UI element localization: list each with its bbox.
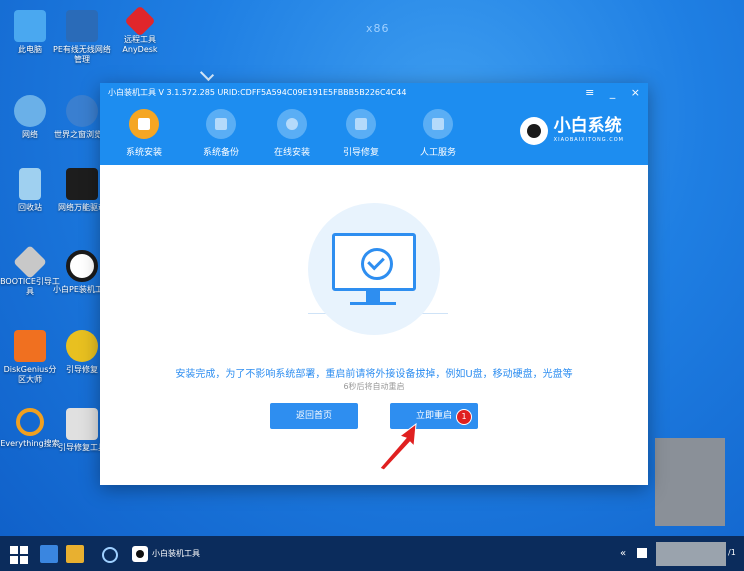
tab-online-install[interactable]: 在线安装	[262, 109, 322, 158]
tab-boot-repair[interactable]: 引导修复	[331, 109, 391, 158]
window-title: 小白装机工具 V 3.1.572.285 URID:CDFF5A594C09E1…	[108, 88, 407, 97]
browser-icon	[66, 95, 98, 127]
desktop-icon-recycle-bin[interactable]: 回收站	[0, 168, 60, 213]
online-install-icon	[277, 109, 307, 139]
bootice-icon	[13, 245, 47, 279]
clock-tail: /1	[728, 548, 736, 557]
menu-icon[interactable]: ≡	[585, 86, 594, 99]
network-manager-icon	[66, 10, 98, 42]
desktop-icon-anydesk[interactable]: 远程工具AnyDesk	[110, 5, 170, 55]
desktop-icon-network[interactable]: 网络	[0, 95, 60, 140]
system-install-icon	[129, 109, 159, 139]
desktop-arch-label: x86	[366, 22, 390, 35]
desktop-icon-pe-network[interactable]: PE有线无线网络管理	[52, 10, 112, 65]
tray-expand-icon[interactable]: «	[620, 548, 626, 559]
desktop-icon-computer[interactable]: 此电脑	[0, 10, 60, 55]
installer-window: 小白装机工具 V 3.1.572.285 URID:CDFF5A594C09E1…	[100, 83, 648, 485]
chevron-down-icon[interactable]	[199, 66, 215, 82]
tab-support[interactable]: 人工服务	[408, 109, 468, 158]
install-complete-illustration	[308, 203, 440, 335]
check-icon	[361, 248, 393, 280]
desktop-icon-everything[interactable]: Everything搜索	[0, 408, 60, 449]
window-titlebar[interactable]: 小白装机工具 V 3.1.572.285 URID:CDFF5A594C09E1…	[100, 83, 648, 103]
xiaobai-logo-icon	[519, 117, 548, 145]
support-chat-icon	[423, 109, 453, 139]
restart-now-label: 立即重启	[415, 411, 452, 421]
boot-repair-icon	[66, 330, 98, 362]
brand-url: XIAOBAIXITONG.COM	[553, 137, 624, 143]
xiaobai-icon	[66, 250, 98, 282]
tab-system-install[interactable]: 系统安装	[114, 109, 174, 158]
countdown-text: 6秒后将自动重启	[343, 382, 405, 391]
taskbar-app-xiaobai[interactable]: 小白装机工具	[132, 541, 200, 567]
brand-name: 小白系统	[553, 116, 622, 136]
recycle-bin-icon	[19, 168, 41, 200]
tray-app-icon[interactable]	[637, 548, 647, 558]
close-icon[interactable]: ×	[631, 86, 640, 99]
blurred-region	[655, 438, 725, 526]
network-icon	[14, 95, 46, 127]
anydesk-icon	[124, 5, 156, 37]
desktop-show-icon[interactable]	[40, 545, 58, 563]
content-area: 安装完成，为了不影响系统部署，重启前请将外接设备拔掉，例如U盘，移动硬盘，光盘等…	[100, 165, 648, 485]
computer-icon	[14, 10, 46, 42]
tab-system-backup[interactable]: 系统备份	[191, 109, 251, 158]
back-home-button[interactable]: 返回首页	[270, 403, 358, 429]
wifi-icon[interactable]	[102, 547, 118, 563]
everything-icon	[16, 408, 44, 436]
xiaobai-app-icon	[132, 545, 148, 562]
tray-blurred-clock	[656, 542, 726, 566]
brand-logo: 小白系统 XIAOBAIXITONG.COM	[519, 115, 624, 145]
system-backup-icon	[206, 109, 236, 139]
step-badge: 1	[456, 409, 472, 425]
tab-bar: 系统安装 系统备份 在线安装 引导修复 人工服务 小白系统 XIAOBAIXIT…	[100, 103, 648, 165]
taskbar: 小白装机工具 « /1	[0, 536, 744, 571]
diskgenius-icon	[14, 330, 46, 362]
driver-icon	[66, 168, 98, 200]
boot-repair-tool-icon	[66, 408, 98, 440]
file-explorer-icon[interactable]	[66, 545, 84, 563]
minimize-icon[interactable]: _	[610, 86, 616, 99]
boot-repair-icon	[346, 109, 376, 139]
desktop-icon-bootice[interactable]: BOOTICE引导工具	[0, 245, 60, 297]
install-complete-message: 安装完成，为了不影响系统部署，重启前请将外接设备拔掉，例如U盘，移动硬盘，光盘等	[175, 369, 573, 380]
start-button[interactable]	[10, 546, 28, 564]
desktop-icon-diskgenius[interactable]: DiskGenius分区大师	[0, 330, 60, 385]
monitor-icon	[332, 233, 416, 291]
pointer-arrow-icon	[379, 422, 417, 471]
